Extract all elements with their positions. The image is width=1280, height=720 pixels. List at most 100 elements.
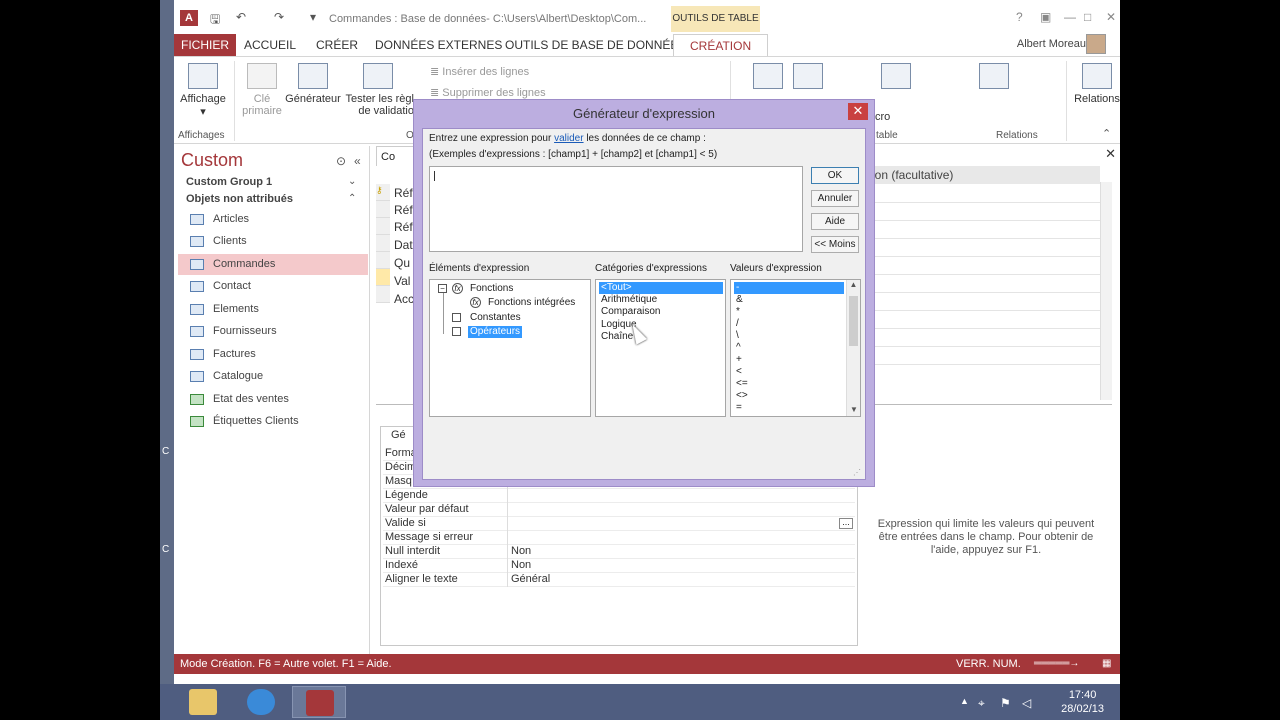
scroll-up-icon[interactable]: ▲ (847, 280, 860, 289)
affichage-button[interactable]: Affichage ▾ (178, 63, 228, 118)
data-macros-button[interactable] (876, 63, 916, 93)
tree-item-constantes[interactable]: Constantes (468, 312, 523, 324)
collapse-icon[interactable]: − (438, 284, 447, 293)
insert-rows-button[interactable]: ≣ Insérer des lignes (430, 65, 529, 78)
property-row[interactable]: Null interdit Non (383, 545, 855, 559)
elements-tree[interactable]: − fx Fonctions fx Fonctions intégrées Co… (429, 279, 591, 417)
relations-button[interactable]: Relations (1072, 63, 1120, 105)
tab-outils-bdd[interactable]: OUTILS DE BASE DE DONNÉES (505, 34, 686, 56)
list-item-value[interactable]: = (734, 402, 744, 414)
volume-icon[interactable]: ◁ (1022, 696, 1031, 710)
nav-item-etiquettes[interactable]: Étiquettes Clients (178, 411, 368, 432)
property-row-valide-si[interactable]: Valide si... (383, 517, 855, 531)
tree-item-operateurs[interactable]: Opérateurs (468, 326, 523, 338)
nav-group-custom[interactable]: Custom Group 1 (186, 176, 272, 188)
expression-input[interactable] (429, 166, 803, 252)
tab-creation[interactable]: CRÉATION (673, 34, 769, 56)
values-list[interactable]: - & * / \ ^ + < <= <> = ▲ ▼ (730, 279, 861, 417)
grid-scrollbar[interactable] (1100, 182, 1112, 400)
tab-commandes[interactable]: Co (376, 146, 416, 166)
row-selector[interactable] (376, 201, 390, 218)
delete-rows-button[interactable]: ≣ Supprimer des lignes (430, 86, 546, 99)
tray-expand-icon[interactable]: ▲ (960, 696, 969, 706)
less-button[interactable]: << Moins (811, 236, 859, 253)
property-row[interactable]: Aligner le texte Général (383, 573, 855, 587)
list-item-value[interactable]: < (734, 366, 744, 378)
tab-fichier[interactable]: FICHIER (174, 34, 236, 56)
nav-title[interactable]: Custom (181, 150, 243, 171)
tab-creer[interactable]: CRÉER (316, 34, 358, 56)
scroll-thumb[interactable] (849, 296, 858, 346)
view-shortcuts-icon[interactable]: ═════→ (1034, 654, 1079, 674)
dialog-title[interactable]: Générateur d'expression (414, 100, 874, 128)
nav-item-catalogue[interactable]: Catalogue (178, 366, 368, 387)
access-app-icon[interactable]: A (180, 10, 198, 26)
nav-group-unassigned[interactable]: Objets non attribués (186, 193, 293, 205)
nav-item-elements[interactable]: Elements (178, 299, 368, 320)
nav-item-etat-ventes[interactable]: Etat des ventes (178, 389, 368, 410)
nav-item-fournisseurs[interactable]: Fournisseurs (178, 321, 368, 342)
field-name[interactable]: Réf (394, 203, 413, 217)
nav-item-commandes[interactable]: Commandes (178, 254, 368, 275)
nav-item-clients[interactable]: Clients (178, 231, 368, 252)
field-name[interactable]: Dat (394, 238, 413, 252)
tree-item-fonctions-integrees[interactable]: Fonctions intégrées (486, 297, 577, 309)
redo-icon[interactable]: ↷ (274, 10, 284, 24)
list-item-value[interactable]: & (734, 294, 745, 306)
chevron-up-icon[interactable]: ⌃ (348, 193, 356, 204)
list-item-value[interactable]: <= (734, 378, 750, 390)
scroll-down-icon[interactable]: ▼ (850, 405, 858, 414)
row-selector[interactable]: ⚷ (376, 184, 390, 201)
list-item-value[interactable]: ^ (734, 342, 743, 354)
user-name[interactable]: Albert Moreau (1017, 38, 1086, 50)
rename-macro-button[interactable] (974, 63, 1014, 93)
values-scrollbar[interactable]: ▲ ▼ (846, 280, 860, 416)
property-row[interactable]: Légende (383, 489, 855, 503)
customize-qat-icon[interactable]: ▾ (310, 10, 316, 24)
test-validation-button[interactable]: Tester les règl de validatio (342, 63, 414, 117)
list-item-value[interactable]: * (734, 306, 742, 318)
list-item-category[interactable]: <Tout> (599, 282, 723, 294)
close-document-icon[interactable]: ✕ (1105, 146, 1116, 162)
row-selector[interactable] (376, 252, 390, 269)
ok-button[interactable]: OK (811, 167, 859, 184)
primary-key-button[interactable]: Clé primaire (238, 63, 286, 117)
cancel-button[interactable]: Annuler (811, 190, 859, 207)
save-icon[interactable]: 🖫 (210, 10, 220, 31)
nav-item-factures[interactable]: Factures (178, 344, 368, 365)
file-explorer-button[interactable] (176, 686, 230, 718)
property-row[interactable]: Message si erreur (383, 531, 855, 545)
field-name[interactable]: Qu (394, 256, 410, 270)
list-item-category[interactable]: Comparaison (599, 306, 662, 318)
row-selector[interactable] (376, 269, 390, 286)
nav-menu-icon[interactable]: ⊙ (336, 154, 346, 168)
avatar[interactable] (1086, 34, 1106, 54)
property-row[interactable]: Indexé Non (383, 559, 855, 573)
row-selector[interactable] (376, 218, 390, 235)
help-button[interactable]: Aide (811, 213, 859, 230)
property-row[interactable]: Valeur par défaut (383, 503, 855, 517)
network-icon[interactable]: ⌖ (978, 696, 985, 711)
builder-button[interactable]: Générateur (284, 63, 342, 105)
minimize-icon[interactable]: — (1064, 10, 1076, 24)
collapse-nav-icon[interactable]: « (354, 154, 361, 168)
tab-accueil[interactable]: ACCUEIL (244, 34, 296, 56)
internet-explorer-button[interactable] (234, 686, 288, 718)
undo-icon[interactable]: ↶ (236, 10, 246, 24)
row-selector[interactable] (376, 286, 390, 303)
property-sheet-button[interactable] (748, 63, 788, 93)
access-taskbar-button[interactable] (292, 686, 346, 718)
list-item-category[interactable]: Arithmétique (599, 294, 659, 306)
close-icon[interactable]: ✕ (1106, 10, 1116, 24)
list-item-value[interactable]: <> (734, 390, 750, 402)
list-item-value[interactable]: - (734, 282, 844, 294)
field-name[interactable]: Acc (394, 292, 414, 306)
collapse-ribbon-icon[interactable]: ⌃ (1102, 127, 1111, 140)
builder-ellipsis-button[interactable]: ... (839, 518, 853, 529)
help-icon[interactable]: ? (1016, 10, 1023, 24)
system-clock[interactable]: 17:40 28/02/13 (1061, 688, 1104, 716)
ribbon-display-icon[interactable]: ▣ (1040, 10, 1051, 24)
row-selector[interactable] (376, 235, 390, 252)
nav-item-contact[interactable]: Contact (178, 276, 368, 297)
indexes-button[interactable] (788, 63, 828, 93)
